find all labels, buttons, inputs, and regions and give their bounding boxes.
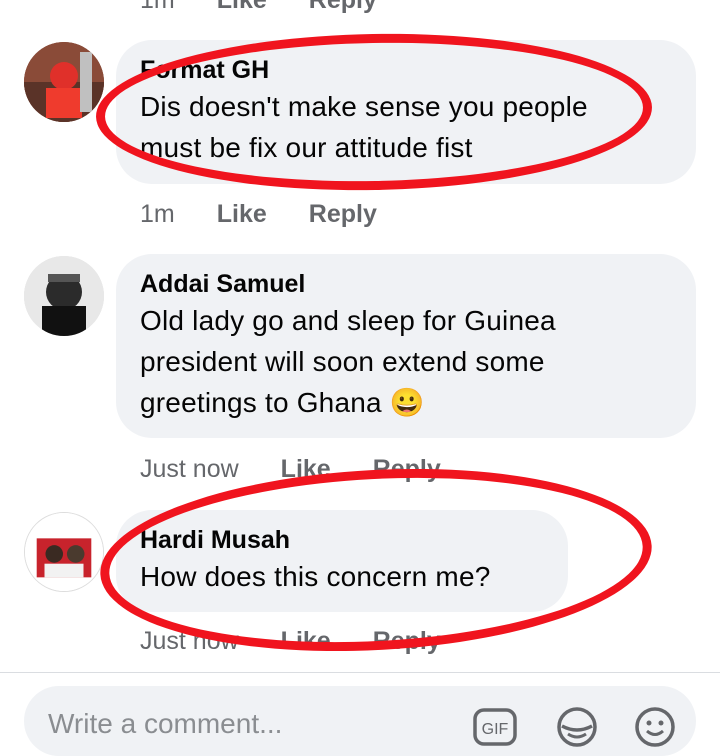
comment-input[interactable]: Write a comment... bbox=[48, 708, 282, 740]
avatar[interactable] bbox=[24, 512, 104, 592]
comment-time: 1m bbox=[140, 0, 175, 14]
avatar[interactable] bbox=[24, 42, 104, 122]
comment-bubble: Format GH Dis doesn't make sense you peo… bbox=[116, 40, 696, 184]
comment-text-line: must be fix our attitude fist bbox=[140, 132, 473, 163]
emoji-icon[interactable] bbox=[632, 704, 678, 750]
emoji-icon: 😀 bbox=[389, 387, 425, 418]
comment-time: Just now bbox=[140, 627, 239, 655]
comment-composer[interactable]: Write a comment... GIF bbox=[24, 686, 696, 756]
comment-author[interactable]: Format GH bbox=[140, 54, 672, 86]
reply-button[interactable]: Reply bbox=[309, 0, 377, 15]
avatar[interactable] bbox=[24, 256, 104, 336]
comment-text-line: president will soon extend some bbox=[140, 346, 545, 377]
sticker-icon[interactable] bbox=[554, 704, 600, 750]
comment-actions-top: 1m Like Reply bbox=[140, 0, 377, 15]
comment-author[interactable]: Addai Samuel bbox=[140, 268, 672, 300]
like-button[interactable]: Like bbox=[281, 455, 331, 484]
comment-text-line: How does this concern me? bbox=[140, 561, 491, 592]
gif-label: GIF bbox=[482, 721, 509, 738]
reply-button[interactable]: Reply bbox=[309, 200, 377, 229]
comment-actions: Just now Like Reply bbox=[140, 455, 441, 484]
like-button[interactable]: Like bbox=[281, 627, 331, 656]
comment-text-line: greetings to Ghana 😀 bbox=[140, 382, 672, 423]
comment-bubble: Addai Samuel Old lady go and sleep for G… bbox=[116, 254, 696, 438]
comment-bubble: Hardi Musah How does this concern me? bbox=[116, 510, 568, 612]
comment-author[interactable]: Hardi Musah bbox=[140, 524, 544, 556]
comment-time: Just now bbox=[140, 455, 239, 483]
comment-text-fragment: greetings to Ghana bbox=[140, 387, 382, 418]
reply-button[interactable]: Reply bbox=[373, 455, 441, 484]
comment-actions: 1m Like Reply bbox=[140, 200, 377, 229]
reply-button[interactable]: Reply bbox=[373, 627, 441, 656]
comment-text-line: Old lady go and sleep for Guinea bbox=[140, 305, 556, 336]
comment-time: 1m bbox=[140, 200, 175, 228]
gif-icon[interactable]: GIF bbox=[472, 704, 518, 750]
comment-actions: Just now Like Reply bbox=[140, 627, 441, 656]
comment-text-line: Dis doesn't make sense you people bbox=[140, 91, 588, 122]
composer-divider bbox=[0, 672, 720, 673]
like-button[interactable]: Like bbox=[217, 200, 267, 229]
like-button[interactable]: Like bbox=[217, 0, 267, 15]
